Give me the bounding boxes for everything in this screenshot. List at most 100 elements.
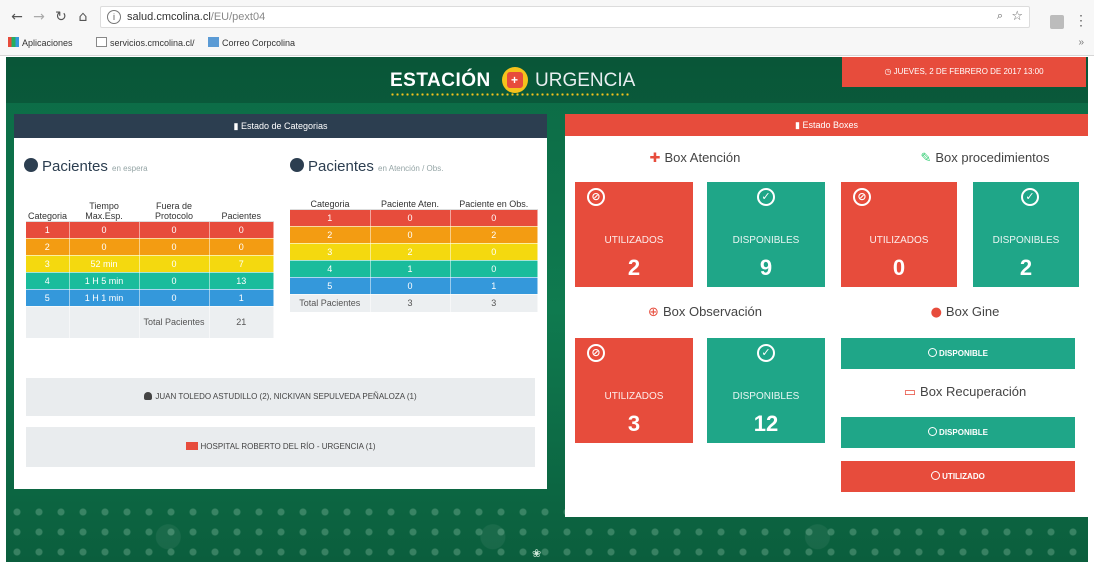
table-row: 320 [290,243,538,261]
attention-patients-title: Pacientes en Atención / Obs. [290,158,443,175]
boxes-panel-header: ▮ Estado Boxes [565,114,1088,136]
used-label: UTILIZADOS [869,235,929,246]
col-categoria: Categoria [26,187,70,222]
col-obs: Paciente en Obs. [450,187,538,210]
table-row: 202 [290,226,538,244]
bookmark-correo[interactable]: Correo Corpcolina [208,37,295,48]
check-icon: ✓ [757,344,775,362]
attention-table-header: Categoria Paciente Aten. Paciente en Obs… [290,187,538,210]
free-label: DISPONIBLES [732,391,800,402]
free-count: 12 [753,411,779,436]
used-count: 3 [627,411,641,436]
magnifier-icon: ⊕ [648,305,659,320]
total-row: Total Pacientes 21 [26,306,275,339]
box-procedimientos-free[interactable]: ✓ DISPONIBLES 2 [973,182,1079,287]
box-observacion-title: ⊕ Box Observación [648,304,762,320]
free-label: DISPONIBLES [992,235,1060,246]
total-label: Total Pacientes [139,306,210,339]
home-icon[interactable]: ⌂ [74,8,92,26]
bookmark-apps[interactable]: Aplicaciones [8,37,73,48]
used-label: UTILIZADOS [604,391,664,402]
box-atencion-free[interactable]: ✓ DISPONIBLES 9 [707,182,825,287]
box-observacion-free[interactable]: ✓ DISPONIBLES 12 [707,338,825,443]
total-value: 21 [209,306,275,339]
waiting-patients-title: Pacientes en espera [24,158,148,175]
user-icon [24,158,38,172]
boxes-panel: ▮ Estado Boxes ✚ Box Atención ⊘ UTILIZADO… [565,114,1088,517]
forbidden-icon: ⊘ [853,188,871,206]
zoom-icon[interactable]: ⌕ [997,10,1003,23]
table-row: 501 [290,277,538,295]
reload-icon[interactable]: ↻ [52,8,70,26]
col-pacientes: Pacientes [209,187,274,222]
hospital-info-box: HOSPITAL ROBERTO DEL RÍO - URGENCIA (1) [26,427,535,467]
total-obs: 3 [450,294,538,313]
apple-icon: ● [930,305,942,320]
menu-icon[interactable]: ⋮ [1074,12,1088,29]
waiting-table: Categoria Tiempo Max.Esp. Fuera de Proto… [26,187,275,339]
total-aten: 3 [370,294,451,313]
forbidden-icon [931,471,941,480]
extension-icon[interactable] [1050,15,1064,29]
forbidden-icon: ⊘ [587,344,605,362]
box-gine-title: ● Box Gine [930,304,1000,320]
box-recuperacion-title: ▭ Box Recuperación [903,384,1027,400]
staff-info-box: JUAN TOLEDO ASTUDILLO (2), NICKIVAN SEPU… [26,378,535,416]
table-row: 410 [290,260,538,278]
box-procedimientos-title: ✎ Box procedimientos [920,150,1050,166]
col-aten: Paciente Aten. [370,187,450,210]
categories-panel-header: ▮ Estado de Categorias [14,114,547,138]
box-atencion-used[interactable]: ⊘ UTILIZADOS 2 [575,182,693,287]
bookmarks-bar: Aplicaciones servicios.cmcolina.cl/ Corr… [0,34,1094,54]
address-bar[interactable]: i salud.cmcolina.cl/EU/pext04 ⌕ ☆ [100,6,1030,28]
table-row: 51 H 1 min 0 1 [26,289,275,307]
box-atencion-title: ✚ Box Atención [649,150,741,166]
more-bookmarks-icon[interactable]: » [1078,37,1084,48]
box-observacion-used[interactable]: ⊘ UTILIZADOS 3 [575,338,693,443]
browser-chrome: ← → ↻ ⌂ i salud.cmcolina.cl/EU/pext04 ⌕ … [0,0,1094,56]
categories-panel: ▮ Estado de Categorias Pacientes en espe… [14,114,547,489]
app-background: ESTACIÓN + URGENCIA ◷ JUEVES, 2 DE FEBRE… [6,57,1088,562]
page-icon [96,37,107,47]
syringe-icon: ✎ [920,151,932,166]
box-recuperacion-status-1[interactable]: DISPONIBLE [841,417,1075,448]
box-recuperacion-status-2[interactable]: UTILIZADO [841,461,1075,492]
user-icon [290,158,304,172]
used-count: 2 [627,255,641,280]
col-tiempo: Tiempo Max.Esp. [69,187,140,222]
used-count: 0 [892,255,906,280]
mail-icon [208,37,219,47]
check-icon: ✓ [757,188,775,206]
apps-icon [8,37,19,47]
bookmark-servicios[interactable]: servicios.cmcolina.cl/ [96,37,195,48]
bookmark-star-icon[interactable]: ☆ [1011,9,1023,24]
brand-urgencia: URGENCIA [535,70,636,91]
footer-logo-icon: ❀ [532,547,542,560]
total-label: Total Pacientes [290,294,371,313]
free-label: DISPONIBLES [732,235,800,246]
urgencia-logo-icon: + [502,67,528,93]
box-gine-status[interactable]: DISPONIBLE [841,338,1075,369]
check-icon [928,427,938,436]
attention-table: Categoria Paciente Aten. Paciente en Obs… [290,187,538,313]
table-row: 2000 [26,238,275,256]
back-icon[interactable]: ← [8,8,26,26]
box-procedimientos-used[interactable]: ⊘ UTILIZADOS 0 [841,182,957,287]
person-icon [144,392,153,400]
table-row: 3 52 min 0 7 [26,255,275,273]
nav-row: ← → ↻ ⌂ i salud.cmcolina.cl/EU/pext04 ⌕ … [0,6,1094,30]
top-bar: ESTACIÓN + URGENCIA ◷ JUEVES, 2 DE FEBRE… [6,57,1088,103]
table-row: 41 H 5 min 0 13 [26,272,275,290]
col-fuera: Fuera de Protocolo [139,187,210,222]
ambulance-icon [185,442,198,450]
free-count: 9 [759,255,773,280]
forward-icon[interactable]: → [30,8,48,26]
bed-icon: ▭ [903,385,917,400]
medical-cross-icon: ✚ [649,151,661,166]
table-row: 1000 [26,221,275,239]
site-info-icon[interactable]: i [107,10,121,24]
url-text[interactable]: salud.cmcolina.cl/EU/pext04 [127,11,265,23]
total-row: Total Pacientes 3 3 [290,294,538,313]
brand-estacion: ESTACIÓN [390,70,491,91]
brand-dots [390,93,630,96]
